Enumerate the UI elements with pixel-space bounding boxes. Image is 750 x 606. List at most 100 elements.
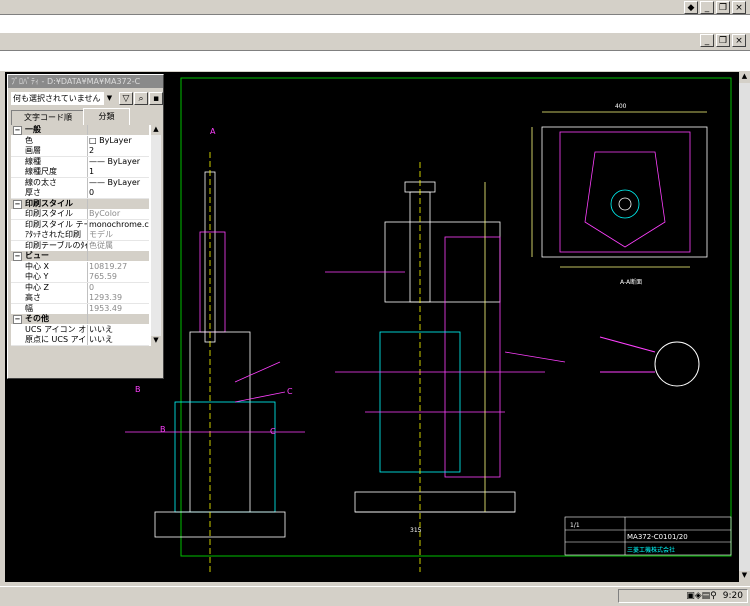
quick-select-icon[interactable]: ⌕ [134,92,148,105]
chevron-down-icon[interactable]: ▼ [104,92,115,105]
vertical-scrollbar[interactable]: ▲ ▼ [739,72,750,582]
property-value[interactable]: いいえ [89,335,149,345]
property-value[interactable]: □ ByLayer [89,136,149,146]
scroll-up-icon[interactable]: ▲ [739,72,750,83]
tab-alphabetic-label: 文字コード順 [24,113,72,122]
property-row[interactable]: UCS アイコン オン いいえ [11,324,149,336]
restore-icon[interactable]: ❐ [716,1,730,14]
doc-controls: _ ❐ × [700,34,746,47]
property-row[interactable]: 厚さ 0 [11,188,149,199]
property-key: 高さ [25,293,88,303]
scroll-up-icon[interactable]: ▲ [151,125,161,135]
property-category[interactable]: − その他 [11,314,149,324]
property-value[interactable]: —— ByLayer [89,178,149,188]
taskbar: ▣◈▤⚲ 9:20 [0,586,750,606]
property-value[interactable]: 0 [89,283,149,293]
center-view [325,162,566,572]
property-value[interactable]: 1293.39 [89,293,149,303]
scroll-down-icon[interactable]: ▼ [739,571,750,582]
description-area [11,350,161,376]
properties-palette[interactable]: ﾌﾟﾛﾊﾟﾃｨ - D:¥DATA¥MA¥MA372-C 何も選択されていません… [7,74,164,379]
label-b: B [135,385,141,394]
category-label: ビュー [25,251,88,261]
property-value[interactable]: 10819.27 [89,262,149,272]
property-value[interactable]: 0 [89,188,149,198]
filter-icon[interactable]: ▽ [119,92,133,105]
property-row[interactable]: 印刷スタイル ByColor [11,209,149,220]
scroll-down-icon[interactable]: ▼ [151,336,161,346]
label-c: C [287,387,293,396]
tab-categorized[interactable]: 分類 [83,108,130,125]
doc-restore-icon[interactable]: ❐ [716,34,730,47]
collapse-icon[interactable]: − [13,199,22,209]
property-key: 原点に UCS アイコン [25,335,88,345]
dim-bottom-label: 315 [410,527,422,534]
property-value[interactable]: 1953.49 [89,304,149,314]
property-key: UCS アイコン オン [25,324,88,335]
grid-scrollbar[interactable]: ▲ ▼ [151,125,161,346]
close-icon[interactable]: × [732,1,746,14]
property-row[interactable]: 線種尺度 1 [11,167,149,178]
property-row[interactable]: 色 □ ByLayer [11,135,149,147]
dim-label: 400 [615,103,627,110]
property-value[interactable]: —— ByLayer [89,157,149,167]
property-value[interactable]: 2 [89,146,149,156]
property-category[interactable]: − 印刷スタイル [11,198,149,209]
property-row[interactable]: 印刷スタイル テーブルmonochrome.ctb [11,219,149,231]
minimize-icon[interactable]: _ [700,1,714,14]
label-c-lower: C [270,427,276,436]
tab-alphabetic[interactable]: 文字コード順 [11,110,85,125]
section-label: A-A断面 [620,278,642,286]
drawing-border [180,77,732,557]
clock: 9:20 [722,591,743,601]
property-row[interactable]: 幅 1953.49 [11,303,149,315]
property-row[interactable]: 中心 X 10819.27 [11,261,149,273]
property-key: 中心 X [25,261,88,272]
property-value[interactable]: 1 [89,167,149,177]
property-row[interactable]: 原点に UCS アイコンいいえ [11,335,149,346]
selection-dropdown[interactable]: 何も選択されていません ▼ [11,92,115,105]
property-row[interactable]: 線種 —— ByLayer [11,156,149,168]
property-value[interactable]: monochrome.ctb [89,220,149,230]
category-label: 一般 [25,125,88,135]
property-row[interactable]: 画層 2 [11,146,149,157]
label-a-top: A [210,127,216,136]
property-row[interactable]: 高さ 1293.39 [11,293,149,304]
property-key: 線種 [25,156,88,167]
property-key: 印刷スタイル テーブル [25,219,88,230]
property-key: 厚さ [25,188,88,198]
window-controls: ◆ _ ❐ × [684,1,746,14]
detail-circle [599,336,700,387]
property-key: 印刷テーブルのﾀｲﾌﾟ [25,240,88,251]
property-category[interactable]: − ビュー [11,251,149,261]
doc-close-icon[interactable]: × [732,34,746,47]
top-view [531,111,708,268]
property-category[interactable]: − 一般 [11,125,149,135]
system-tray: ▣◈▤⚲ 9:20 [618,589,748,603]
property-row[interactable]: 中心 Z0 [11,282,149,294]
drawing-number: MA372-C0101/20 [627,533,688,541]
tray-icons[interactable]: ▣◈▤⚲ [686,591,717,601]
property-row[interactable]: ｱﾀｯﾁされた印刷 モデル [11,230,149,241]
property-value[interactable]: いいえ [89,325,149,335]
collapse-icon[interactable]: − [13,126,22,135]
property-row[interactable]: 中心 Y 765.59 [11,272,149,283]
app-icon[interactable]: ◆ [684,1,698,14]
selection-value: 何も選択されていません [13,94,101,103]
toolbar-strip [0,14,750,33]
property-grid[interactable]: − 一般色 □ ByLayer 画層 2 線種 —— ByLayer 線種尺度 1 線の太さ —— … [11,125,161,346]
category-label: その他 [25,314,88,324]
properties-title: ﾌﾟﾛﾊﾟﾃｨ - D:¥DATA¥MA¥MA372-C [8,75,163,88]
property-value[interactable]: 色従属 [89,241,149,251]
property-key: 幅 [25,303,88,314]
property-value[interactable]: モデル [89,230,149,240]
property-row[interactable]: 線の太さ —— ByLayer [11,177,149,189]
property-value[interactable]: ByColor [89,209,149,219]
collapse-icon[interactable]: − [13,252,22,261]
property-value[interactable]: 765.59 [89,272,149,282]
doc-minimize-icon[interactable]: _ [700,34,714,47]
property-row[interactable]: 印刷テーブルのﾀｲﾌﾟ色従属 [11,240,149,252]
collapse-icon[interactable]: − [13,315,22,324]
top-toolbar [0,0,750,14]
toggle-pickadd-icon[interactable]: ▪ [149,92,163,105]
